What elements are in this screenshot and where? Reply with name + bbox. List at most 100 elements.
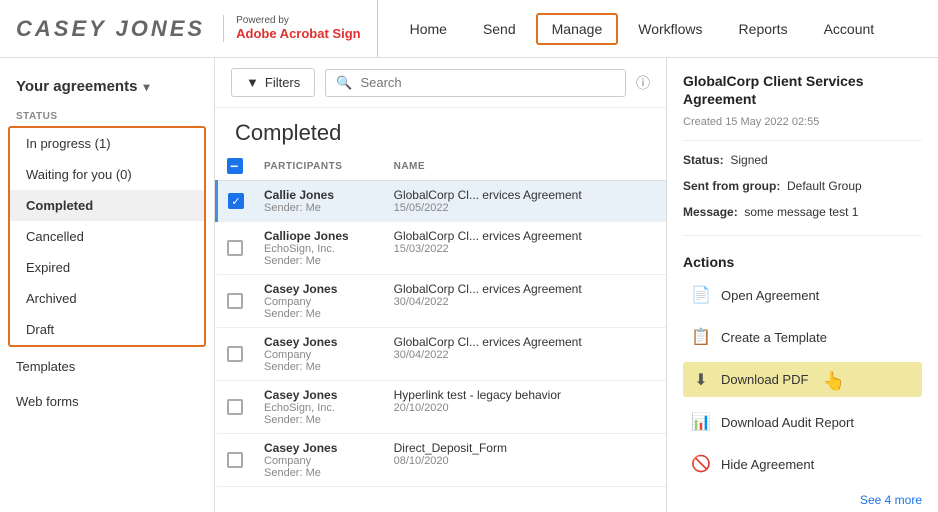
action-open-agreement[interactable]: 📄 Open Agreement xyxy=(683,278,922,312)
col-extra xyxy=(641,152,666,181)
table-row[interactable]: Casey Jones Company Sender: Me Direct_De… xyxy=(217,434,667,487)
sidebar-item-draft[interactable]: Draft xyxy=(10,314,204,345)
doc-date: 08/10/2020 xyxy=(394,455,632,467)
action-download-pdf[interactable]: ⬇ Download PDF 👆 xyxy=(683,362,922,397)
sidebar-item-expired[interactable]: Expired xyxy=(10,252,204,283)
sidebar-item-web-forms[interactable]: Web forms xyxy=(0,386,214,417)
agreements-header[interactable]: Your agreements ▾ xyxy=(0,70,214,107)
content-toolbar: ▼ Filters 🔍 ⓘ xyxy=(215,58,666,108)
participant-name: Casey Jones xyxy=(264,388,374,402)
action-download-label: Download PDF xyxy=(721,372,808,387)
nav-home[interactable]: Home xyxy=(394,13,463,45)
table-row[interactable]: Casey Jones Company Sender: Me GlobalCor… xyxy=(217,328,667,381)
participant-sub2: Sender: Me xyxy=(264,414,374,426)
powered-by-text: Powered by xyxy=(236,15,360,26)
panel-message-row: Message: some message test 1 xyxy=(683,205,922,219)
col-participants: PARTICIPANTS xyxy=(254,152,384,181)
sidebar-item-templates[interactable]: Templates xyxy=(0,351,214,382)
participant-sub: EchoSign, Inc. xyxy=(264,402,374,414)
row-checkbox[interactable] xyxy=(227,293,243,309)
main-nav: Home Send Manage Workflows Reports Accou… xyxy=(394,13,922,45)
sidebar-item-archived[interactable]: Archived xyxy=(10,283,204,314)
table-row[interactable]: ✓ Callie Jones Sender: Me GlobalCorp Cl.… xyxy=(217,181,667,222)
sidebar-item-cancelled[interactable]: Cancelled xyxy=(10,221,204,252)
participant-sub2: Sender: Me xyxy=(264,255,374,267)
participant-cell: Casey Jones Company Sender: Me xyxy=(254,434,384,487)
participant-name: Calliope Jones xyxy=(264,229,374,243)
select-all-checkbox[interactable]: − xyxy=(227,158,243,174)
agreements-label: Your agreements xyxy=(16,78,137,95)
panel-divider xyxy=(683,140,922,141)
logo-area: CASEY JONES Powered by Adobe Acrobat Sig… xyxy=(16,0,378,57)
doc-name: GlobalCorp Cl... ervices Agreement xyxy=(394,188,632,202)
participant-sub: EchoSign, Inc. xyxy=(264,243,374,255)
participant-sub: Company xyxy=(264,349,374,361)
action-hide-agreement[interactable]: 🚫 Hide Agreement xyxy=(683,447,922,481)
status-label: Status: xyxy=(683,153,724,167)
col-name: NAME xyxy=(384,152,642,181)
sidebar-item-completed[interactable]: Completed xyxy=(10,190,204,221)
nav-account[interactable]: Account xyxy=(808,13,891,45)
row-extra xyxy=(641,275,666,328)
nav-manage[interactable]: Manage xyxy=(536,13,619,45)
panel-status-row: Status: Signed xyxy=(683,153,922,167)
doc-cell: GlobalCorp Cl... ervices Agreement 15/03… xyxy=(384,222,642,275)
agreements-table: − PARTICIPANTS NAME ✓ Callie Jones xyxy=(215,152,666,487)
action-audit-label: Download Audit Report xyxy=(721,415,854,430)
message-label: Message: xyxy=(683,205,738,219)
row-extra xyxy=(641,181,666,222)
actions-title: Actions xyxy=(683,254,922,270)
panel-divider2 xyxy=(683,235,922,236)
participant-sub2: Sender: Me xyxy=(264,467,374,479)
doc-cell: GlobalCorp Cl... ervices Agreement 30/04… xyxy=(384,275,642,328)
nav-workflows[interactable]: Workflows xyxy=(622,13,718,45)
action-open-label: Open Agreement xyxy=(721,288,819,303)
action-download-audit[interactable]: 📊 Download Audit Report xyxy=(683,405,922,439)
nav-send[interactable]: Send xyxy=(467,13,532,45)
row-checkbox-cell xyxy=(217,222,255,275)
col-checkbox: − xyxy=(217,152,255,181)
row-checkbox-cell: ✓ xyxy=(217,181,255,222)
row-checkbox[interactable] xyxy=(227,452,243,468)
download-pdf-icon: ⬇ xyxy=(691,370,711,390)
panel-title: GlobalCorp Client Services Agreement xyxy=(683,72,922,108)
see-more-link[interactable]: See 4 more xyxy=(683,493,922,507)
filters-button[interactable]: ▼ Filters xyxy=(231,68,315,97)
row-checkbox[interactable]: ✓ xyxy=(228,193,244,209)
download-audit-icon: 📊 xyxy=(691,412,711,432)
doc-name: GlobalCorp Cl... ervices Agreement xyxy=(394,282,632,296)
open-agreement-icon: 📄 xyxy=(691,285,711,305)
row-checkbox[interactable] xyxy=(227,399,243,415)
filter-icon: ▼ xyxy=(246,75,259,90)
search-input[interactable] xyxy=(360,75,615,90)
nav-reports[interactable]: Reports xyxy=(723,13,804,45)
doc-date: 30/04/2022 xyxy=(394,349,632,361)
table-row[interactable]: Casey Jones EchoSign, Inc. Sender: Me Hy… xyxy=(217,381,667,434)
app-header: CASEY JONES Powered by Adobe Acrobat Sig… xyxy=(0,0,938,58)
participant-sub2: Sender: Me xyxy=(264,361,374,373)
main-layout: Your agreements ▾ STATUS In progress (1)… xyxy=(0,58,938,512)
participant-sub: Company xyxy=(264,296,374,308)
table-row[interactable]: Casey Jones Company Sender: Me GlobalCor… xyxy=(217,275,667,328)
participant-cell: Casey Jones Company Sender: Me xyxy=(254,275,384,328)
status-value: Signed xyxy=(730,153,767,167)
sidebar-item-in-progress[interactable]: In progress (1) xyxy=(10,128,204,159)
info-icon[interactable]: ⓘ xyxy=(636,73,650,93)
row-checkbox-cell xyxy=(217,328,255,381)
doc-cell: GlobalCorp Cl... ervices Agreement 30/04… xyxy=(384,328,642,381)
doc-date: 20/10/2020 xyxy=(394,402,632,414)
row-checkbox-cell xyxy=(217,381,255,434)
row-checkbox-cell xyxy=(217,434,255,487)
table-row[interactable]: Calliope Jones EchoSign, Inc. Sender: Me… xyxy=(217,222,667,275)
doc-cell: Hyperlink test - legacy behavior 20/10/2… xyxy=(384,381,642,434)
sidebar-item-waiting[interactable]: Waiting for you (0) xyxy=(10,159,204,190)
logo-casey: CASEY JONES xyxy=(16,16,205,42)
participant-cell: Calliope Jones EchoSign, Inc. Sender: Me xyxy=(254,222,384,275)
agreements-table-area: − PARTICIPANTS NAME ✓ Callie Jones xyxy=(215,152,666,512)
row-checkbox-cell xyxy=(217,275,255,328)
action-hide-label: Hide Agreement xyxy=(721,457,814,472)
action-create-template[interactable]: 📋 Create a Template xyxy=(683,320,922,354)
row-checkbox[interactable] xyxy=(227,346,243,362)
create-template-icon: 📋 xyxy=(691,327,711,347)
row-checkbox[interactable] xyxy=(227,240,243,256)
